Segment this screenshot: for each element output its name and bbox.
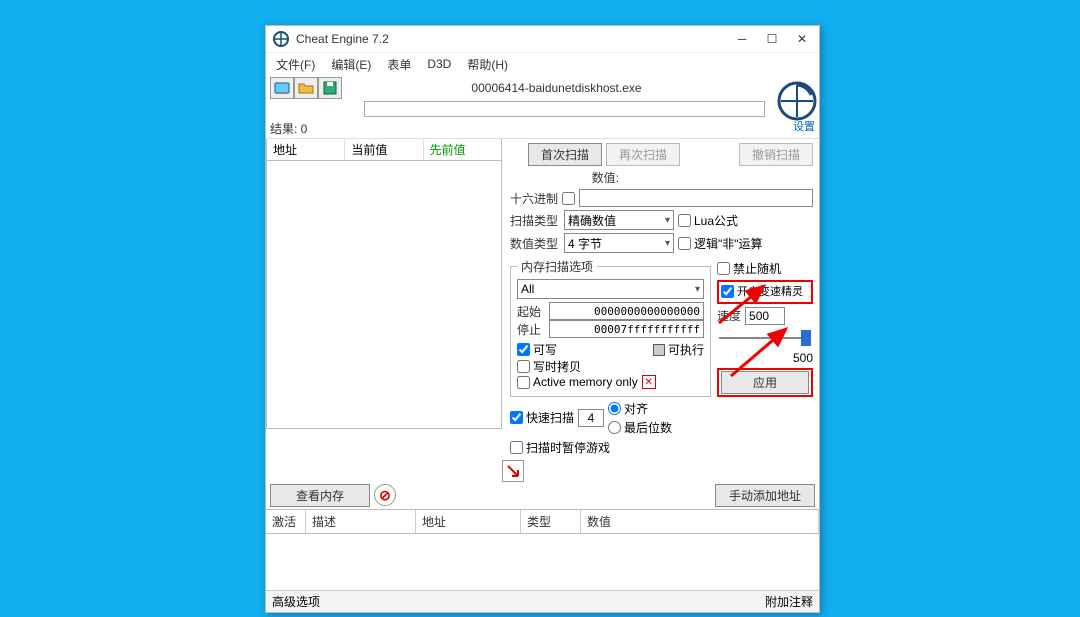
open-file-button[interactable]: [294, 77, 318, 99]
results-count: 结果: 0: [266, 119, 819, 139]
valuetype-select[interactable]: 4 字节: [564, 233, 674, 253]
speed-label: 速度: [717, 307, 741, 324]
cheat-table[interactable]: [266, 534, 819, 591]
apply-highlight: 应用: [717, 368, 813, 397]
speedhack-highlight: 开启变速精灵: [717, 280, 813, 304]
apply-speed-button[interactable]: 应用: [721, 371, 809, 394]
fastscan-value-input[interactable]: [578, 409, 604, 427]
start-address-input[interactable]: [549, 302, 704, 320]
window-title: Cheat Engine 7.2: [294, 32, 727, 46]
down-right-arrow-button[interactable]: [502, 460, 524, 482]
maximize-button[interactable]: ☐: [757, 28, 787, 50]
results-header: 地址 当前值 先前值: [266, 139, 502, 161]
stop-address-input[interactable]: [549, 320, 704, 338]
value-input[interactable]: [579, 189, 813, 207]
stop-label: 停止: [517, 321, 545, 338]
th-addr[interactable]: 地址: [416, 510, 521, 533]
advanced-options-link[interactable]: 高级选项: [272, 593, 320, 610]
valuetype-label: 数值类型: [510, 235, 560, 252]
th-type[interactable]: 类型: [521, 510, 581, 533]
hex-label: 十六进制: [510, 190, 558, 207]
menu-edit[interactable]: 编辑(E): [325, 54, 377, 75]
delete-icon[interactable]: ✕: [642, 375, 656, 389]
ce-logo-icon[interactable]: [777, 81, 817, 121]
next-scan-button[interactable]: 再次扫描: [606, 143, 680, 166]
col-value[interactable]: 当前值: [345, 139, 423, 160]
memopts-legend: 内存扫描选项: [517, 258, 597, 275]
writable-checkbox[interactable]: 可写: [517, 341, 557, 358]
not-logic-checkbox[interactable]: 逻辑"非"运算: [678, 235, 763, 252]
open-process-button[interactable]: [270, 77, 294, 99]
pause-game-checkbox[interactable]: 扫描时暂停游戏: [510, 439, 610, 456]
minimize-button[interactable]: ─: [727, 28, 757, 50]
menu-file[interactable]: 文件(F): [270, 54, 321, 75]
value-label: 数值:: [592, 169, 619, 186]
memory-scan-options: 内存扫描选项 All 起始 停止 可写 可执行: [510, 258, 711, 397]
th-desc[interactable]: 描述: [306, 510, 416, 533]
cancel-icon[interactable]: ⊘: [374, 484, 396, 506]
active-memory-checkbox[interactable]: Active memory only: [517, 375, 638, 389]
lastdigit-radio[interactable]: 最后位数: [608, 419, 672, 436]
menu-help[interactable]: 帮助(H): [461, 54, 514, 75]
add-address-button[interactable]: 手动添加地址: [715, 484, 815, 507]
save-button[interactable]: [318, 77, 342, 99]
menubar: 文件(F) 编辑(E) 表单 D3D 帮助(H): [266, 53, 819, 75]
process-name: 00006414-baidunetdiskhost.exe: [342, 81, 771, 95]
app-window: Cheat Engine 7.2 ─ ☐ ✕ 文件(F) 编辑(E) 表单 D3…: [265, 25, 820, 613]
progress-bar: [364, 101, 765, 117]
scantype-label: 扫描类型: [510, 212, 560, 229]
col-previous[interactable]: 先前值: [424, 139, 501, 160]
results-list[interactable]: [266, 161, 502, 429]
fastscan-checkbox[interactable]: 快速扫描: [510, 409, 574, 426]
menu-table[interactable]: 表单: [381, 54, 417, 75]
no-random-checkbox[interactable]: 禁止随机: [717, 260, 813, 277]
lua-formula-checkbox[interactable]: Lua公式: [678, 212, 738, 229]
memory-range-select[interactable]: All: [517, 279, 704, 299]
titlebar: Cheat Engine 7.2 ─ ☐ ✕: [266, 26, 819, 53]
menu-d3d[interactable]: D3D: [421, 55, 457, 73]
close-button[interactable]: ✕: [787, 28, 817, 50]
annotate-link[interactable]: 附加注释: [765, 593, 813, 610]
col-address[interactable]: 地址: [267, 139, 345, 160]
speed-input[interactable]: [745, 307, 785, 325]
undo-scan-button[interactable]: 撤销扫描: [739, 143, 813, 166]
hex-checkbox[interactable]: [562, 192, 575, 205]
th-active[interactable]: 激活: [266, 510, 306, 533]
start-label: 起始: [517, 303, 545, 320]
align-radio[interactable]: 对齐: [608, 400, 672, 417]
speed-max-label: 500: [717, 351, 813, 365]
app-icon: [273, 31, 289, 47]
executable-checkbox[interactable]: 可执行: [653, 341, 704, 358]
copyonwrite-checkbox[interactable]: 写时拷贝: [517, 358, 581, 375]
speed-slider[interactable]: [717, 328, 813, 348]
settings-link[interactable]: 设置: [793, 118, 815, 134]
scantype-select[interactable]: 精确数值: [564, 210, 674, 230]
cheat-table-header: 激活 描述 地址 类型 数值: [266, 509, 819, 534]
first-scan-button[interactable]: 首次扫描: [528, 143, 602, 166]
view-memory-button[interactable]: 查看内存: [270, 484, 370, 507]
statusbar: 高级选项 附加注释: [266, 590, 819, 612]
th-value[interactable]: 数值: [581, 510, 819, 533]
speedhack-checkbox[interactable]: 开启变速精灵: [721, 283, 803, 299]
